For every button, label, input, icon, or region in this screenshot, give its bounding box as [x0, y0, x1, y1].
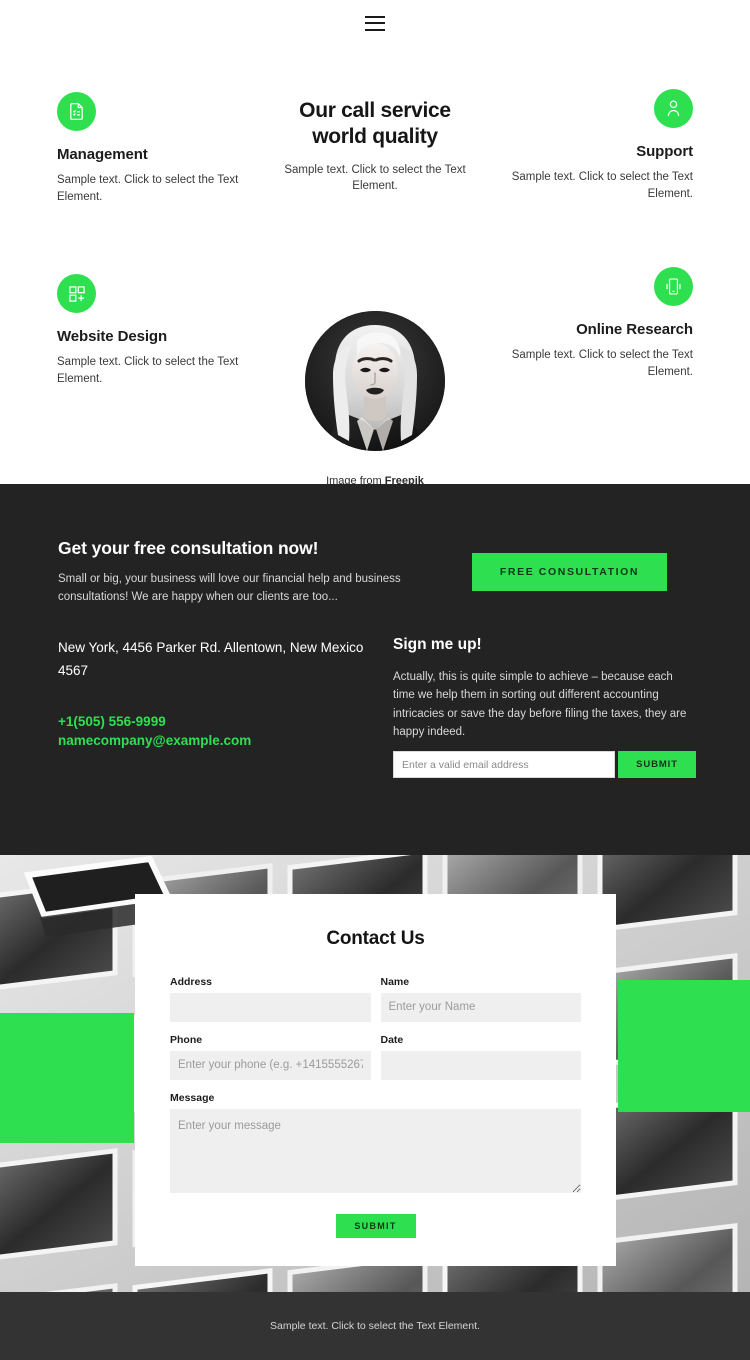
footer-text: Sample text. Click to select the Text El… — [270, 1320, 480, 1332]
field-phone: Phone — [170, 1034, 371, 1080]
consultation-section: Get your free consultation now! Small or… — [0, 484, 750, 855]
contact-section: Contact Us Address Name Phone Date — [0, 855, 750, 1292]
contact-submit-button[interactable]: SUBMIT — [335, 1214, 416, 1238]
green-accent-right — [618, 980, 750, 1112]
field-message: Message — [170, 1092, 581, 1198]
feature-management: Management Sample text. Click to select … — [57, 92, 272, 205]
feature-description: Sample text. Click to select the Text El… — [57, 356, 239, 385]
contact-form-grid: Address Name Phone Date Message — [170, 976, 581, 1210]
signup-text: Actually, this is quite simple to achiev… — [393, 671, 687, 739]
field-date: Date — [380, 1034, 581, 1080]
label-address: Address — [170, 976, 213, 988]
feature-title: Online Research — [576, 321, 693, 338]
company-address: New York, 4456 Parker Rd. Allentown, New… — [58, 640, 364, 678]
document-checklist-icon — [57, 92, 96, 131]
feature-title: Support — [636, 143, 693, 160]
phone-field[interactable] — [170, 1051, 371, 1080]
label-name: Name — [380, 976, 410, 988]
newsletter-email-input[interactable] — [393, 751, 615, 778]
feature-description: Sample text. Click to select the Text El… — [511, 171, 693, 200]
signup-title: Sign me up! — [393, 636, 482, 653]
consultation-title: Get your free consultation now! — [58, 538, 319, 558]
headline-block: Our call service world quality Sample te… — [275, 98, 475, 195]
field-address: Address — [170, 976, 371, 1022]
feature-description: Sample text. Click to select the Text El… — [57, 174, 239, 203]
name-field[interactable] — [380, 993, 581, 1022]
site-footer: Sample text. Click to select the Text El… — [0, 1292, 750, 1360]
contact-links: +1(505) 556-9999 namecompany@example.com — [58, 712, 251, 750]
grid-plus-icon — [57, 274, 96, 313]
portrait-block: Image from Freepik — [305, 311, 445, 487]
page-root: Management Sample text. Click to select … — [0, 0, 750, 1360]
mobile-vibrate-icon — [654, 267, 693, 306]
hamburger-menu-icon[interactable] — [365, 15, 385, 31]
contact-form-card: Contact Us Address Name Phone Date — [135, 894, 616, 1266]
consultation-text: Small or big, your business will love ou… — [58, 573, 401, 603]
feature-title: Website Design — [57, 328, 168, 345]
hamburger-line-3 — [365, 28, 385, 31]
free-consultation-button[interactable]: FREE CONSULTATION — [472, 553, 667, 591]
features-section: Management Sample text. Click to select … — [0, 46, 750, 487]
field-name: Name — [380, 976, 581, 1022]
headline-subtext: Sample text. Click to select the Text El… — [284, 163, 466, 193]
message-field[interactable] — [170, 1109, 581, 1193]
user-person-icon — [654, 89, 693, 128]
feature-support: Support Sample text. Click to select the… — [478, 89, 693, 202]
contact-form-actions: SUBMIT — [170, 1214, 581, 1238]
label-date: Date — [380, 1034, 404, 1046]
label-message: Message — [170, 1092, 215, 1104]
date-field[interactable] — [380, 1051, 581, 1080]
newsletter-submit-button[interactable]: SUBMIT — [618, 751, 696, 778]
hamburger-line-2 — [365, 22, 385, 24]
feature-website-design: Website Design Sample text. Click to sel… — [57, 274, 272, 387]
page-title: Our call service world quality — [299, 99, 451, 149]
email-link[interactable]: namecompany@example.com — [58, 731, 251, 750]
feature-title: Management — [57, 146, 148, 163]
label-phone: Phone — [170, 1034, 203, 1046]
newsletter-form: SUBMIT — [393, 751, 696, 778]
feature-description: Sample text. Click to select the Text El… — [511, 349, 693, 378]
feature-online-research: Online Research Sample text. Click to se… — [478, 267, 693, 380]
green-accent-left — [0, 1013, 134, 1143]
site-header — [0, 0, 750, 46]
address-field[interactable] — [170, 993, 371, 1022]
hamburger-line-1 — [365, 15, 385, 18]
phone-link[interactable]: +1(505) 556-9999 — [58, 712, 251, 731]
portrait-photo — [305, 311, 445, 451]
contact-form-title: Contact Us — [326, 928, 425, 949]
